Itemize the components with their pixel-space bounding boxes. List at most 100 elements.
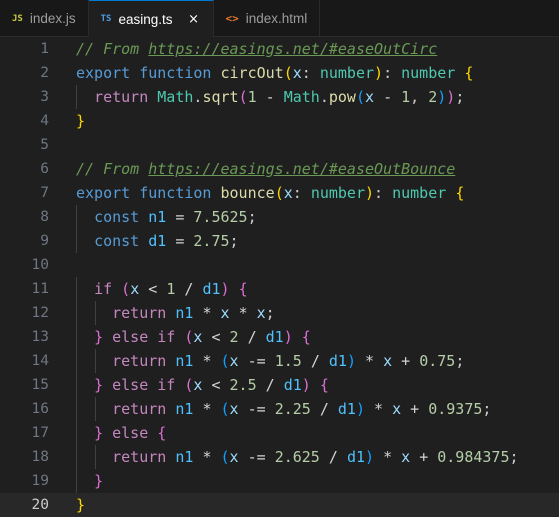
line-number: 12 [31,305,49,321]
code-token: if [157,328,176,346]
line-number: 6 [40,161,49,177]
code-text: } else { [76,421,166,445]
code-token: d1 [328,352,347,370]
code-line[interactable]: 7 export function bounce(x: number): numb… [0,181,559,205]
code-token: 0.75 [419,352,456,370]
code-token: < [211,376,221,394]
code-line[interactable]: 20} [0,493,559,517]
code-token: x [392,400,402,418]
typescript-file-icon: TS [100,14,112,24]
tab-index-html[interactable]: <> index.html [214,0,321,37]
tab-easing-ts[interactable]: TS easing.ts × [88,0,214,38]
code-token: x [130,280,140,298]
code-token: ) [283,328,293,346]
code-line[interactable]: 4} [0,109,559,133]
code-token: ( [220,400,230,418]
code-token: x [256,304,266,322]
code-line[interactable]: 8 const n1 = 7.5625; [0,205,559,229]
code-token: x [229,352,239,370]
code-token: { [301,328,311,346]
code-token: x [229,400,239,418]
code-token: 1 [247,88,257,106]
code-token: { [464,64,474,82]
code-token: / [265,376,275,394]
code-line[interactable]: 14 return n1 * (x -= 1.5 / d1) * x + 0.7… [0,349,559,373]
code-line[interactable]: 18 return n1 * (x -= 2.625 / d1) * x + 0… [0,445,559,469]
line-number: 17 [31,425,49,441]
line-number: 1 [40,41,49,57]
tab-label: easing.ts [118,11,173,27]
code-token: d1 [346,448,365,466]
code-line[interactable]: 17 } else { [0,421,559,445]
code-token: } [94,376,104,394]
code-token: ; [247,208,257,226]
code-line[interactable]: 6 // From https://easings.net/#easeOutBou… [0,157,559,181]
code-token: 2.625 [274,448,320,466]
code-line[interactable]: 5 [0,133,559,157]
code-line[interactable]: 13 } else if (x < 2 / d1) { [0,325,559,349]
code-token: -= [247,400,266,418]
code-editor[interactable]: 1 // From https://easings.net/#easeOutCir… [0,37,559,517]
code-line[interactable]: 1 // From https://easings.net/#easeOutCir… [0,37,559,61]
code-line[interactable]: 16 return n1 * (x -= 2.25 / d1) * x + 0.… [0,397,559,421]
tab-bar: JS index.js TS easing.ts × <> index.html [0,0,559,38]
code-token: ) [301,376,311,394]
code-line[interactable]: 19 } [0,469,559,493]
code-token: x [229,448,239,466]
code-token: / [328,448,338,466]
code-token: * [238,304,248,322]
code-line[interactable]: 11 if (x < 1 / d1) { [0,277,559,301]
line-number: 8 [40,209,49,225]
code-line[interactable]: 15 } else if (x < 2.5 / d1) { [0,373,559,397]
code-line[interactable]: 10 [0,253,559,277]
code-token: Math [283,88,320,106]
line-number: 5 [40,137,49,153]
code-line[interactable]: 12 return n1 * x * x; [0,301,559,325]
code-token: : [301,64,320,82]
code-token: / [247,328,257,346]
code-line[interactable]: 3 return Math.sqrt(1 - Math.pow(x - 1, 2… [0,85,559,109]
code-token: x [292,64,302,82]
code-token: ) [374,64,384,82]
line-number: 9 [40,233,49,249]
code-line[interactable]: 2 export function circOut(x: number): num… [0,61,559,85]
code-token: number [401,64,456,82]
code-token: 1 [166,280,176,298]
code-line[interactable]: 9 const d1 = 2.75; [0,229,559,253]
code-token: return [112,352,167,370]
code-token: n1 [175,448,194,466]
code-text: const n1 = 7.5625; [76,205,257,229]
code-token: // From [76,40,149,58]
close-tab-icon[interactable]: × [187,12,201,27]
tab-index-js[interactable]: JS index.js [0,0,89,37]
code-token: { [455,184,465,202]
